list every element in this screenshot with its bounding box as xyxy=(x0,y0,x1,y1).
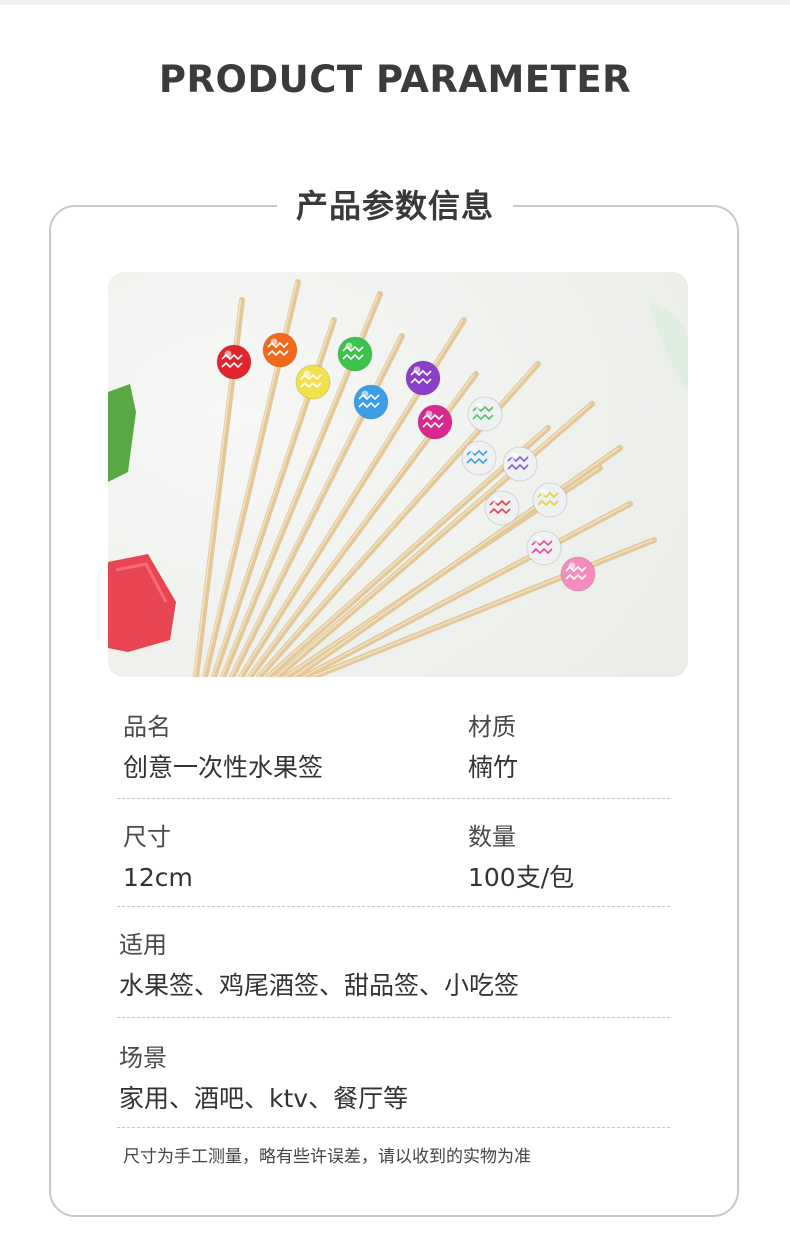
bead xyxy=(461,440,497,476)
divider xyxy=(117,906,670,907)
field-name: 品名 创意一次性水果签 xyxy=(123,712,323,784)
field-name-value: 创意一次性水果签 xyxy=(123,753,324,782)
page-title: PRODUCT PARAMETER xyxy=(158,58,632,101)
product-photo xyxy=(108,272,688,677)
card-title: 产品参数信息 xyxy=(277,184,513,228)
field-usage-value: 水果签、鸡尾酒签、甜品签、小吃签 xyxy=(119,971,520,1000)
bead xyxy=(353,384,389,420)
field-quantity-label: 数量 xyxy=(468,823,516,851)
field-material: 材质 楠竹 xyxy=(468,712,518,784)
divider xyxy=(117,798,670,799)
field-quantity: 数量 100支/包 xyxy=(468,822,574,894)
field-size-label: 尺寸 xyxy=(123,823,171,851)
field-scene-label: 场景 xyxy=(119,1044,167,1072)
divider xyxy=(117,1017,670,1018)
field-size: 尺寸 12cm xyxy=(123,822,193,894)
bead xyxy=(526,530,562,566)
field-usage-label: 适用 xyxy=(119,931,167,959)
bead xyxy=(337,336,373,372)
bead xyxy=(484,490,520,526)
bead xyxy=(467,396,503,432)
bead xyxy=(405,360,441,396)
top-strip xyxy=(0,0,790,5)
bead xyxy=(560,556,596,592)
bead xyxy=(216,344,252,380)
bead xyxy=(532,482,568,518)
bead xyxy=(502,446,538,482)
product-photo-illustration xyxy=(108,272,688,677)
field-scene: 场景 家用、酒吧、ktv、餐厅等 xyxy=(119,1043,408,1115)
measurement-note: 尺寸为手工测量，略有些许误差，请以收到的实物为准 xyxy=(123,1147,531,1167)
divider xyxy=(117,1127,670,1128)
bead xyxy=(262,332,298,368)
field-scene-value: 家用、酒吧、ktv、餐厅等 xyxy=(119,1084,409,1113)
field-name-label: 品名 xyxy=(123,713,171,741)
field-usage: 适用 水果签、鸡尾酒签、甜品签、小吃签 xyxy=(119,930,519,1002)
field-quantity-value: 100支/包 xyxy=(468,863,575,892)
field-size-value: 12cm xyxy=(123,863,193,892)
field-material-label: 材质 xyxy=(468,713,516,741)
bead xyxy=(295,364,331,400)
field-material-value: 楠竹 xyxy=(468,753,519,782)
bead xyxy=(417,404,453,440)
